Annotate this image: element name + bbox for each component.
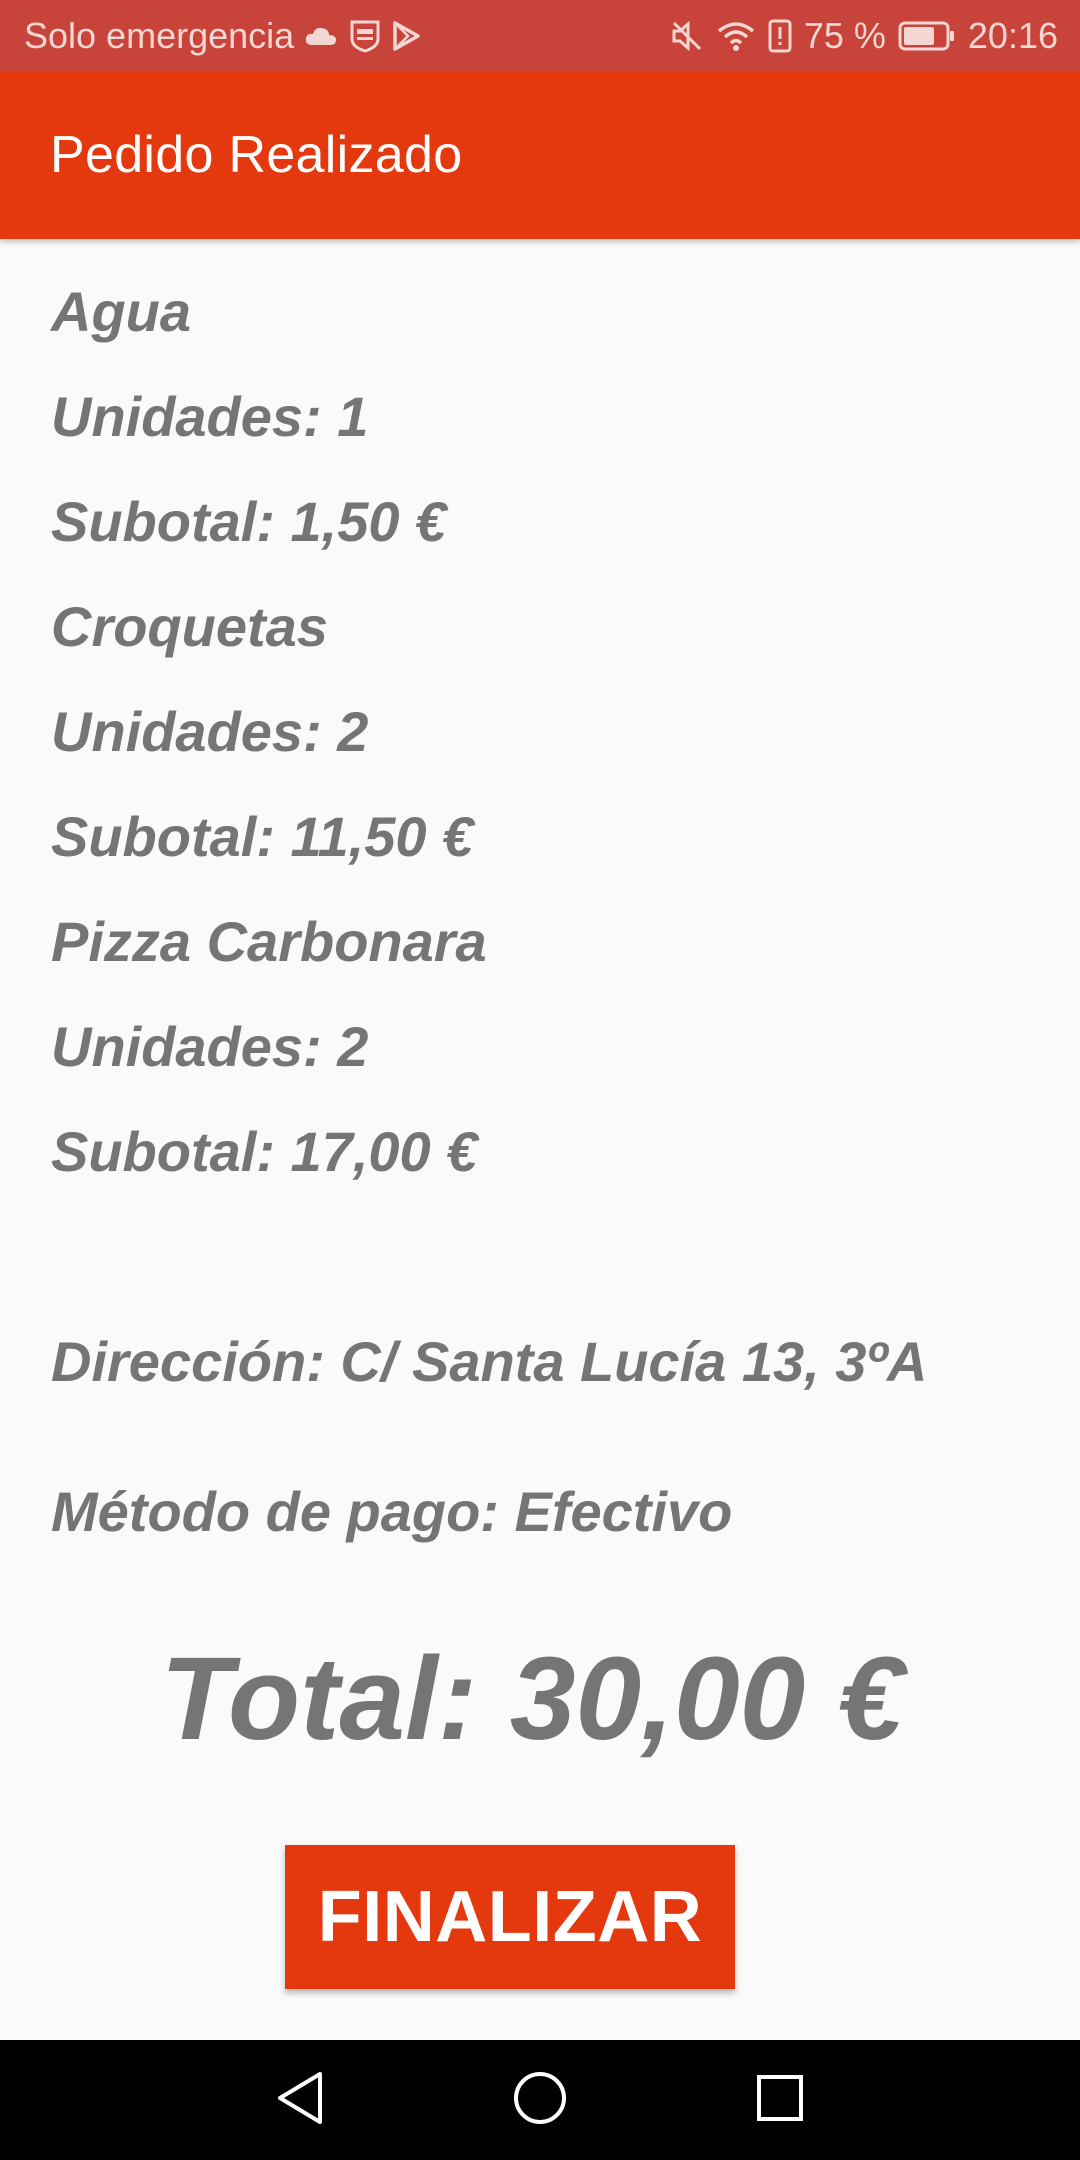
app-bar: Pedido Realizado [0, 71, 1080, 239]
item-subtotal: Subotal: 17,00 € [51, 1120, 478, 1183]
clock: 20:16 [967, 14, 1058, 56]
item-name: Agua [51, 280, 191, 343]
cloud-icon [304, 25, 338, 47]
finalize-button[interactable]: FINALIZAR [285, 1845, 735, 1989]
mute-icon [670, 19, 704, 53]
navigation-bar [0, 2040, 1080, 2160]
item-units: Unidades: 2 [51, 700, 369, 763]
alert-icon [768, 19, 792, 53]
play-store-icon [392, 20, 420, 51]
order-total: Total: 30,00 € [160, 1633, 904, 1765]
item-units: Unidades: 1 [51, 385, 369, 448]
battery-percent: 75 % [803, 14, 886, 56]
status-bar: Solo emergencia 75 % 20:16 [0, 0, 1080, 71]
wifi-icon [716, 20, 756, 52]
carrier-label: Solo emergencia [24, 14, 295, 56]
home-icon [512, 2070, 568, 2131]
item-name: Pizza Carbonara [51, 910, 487, 973]
item-name: Croquetas [51, 595, 328, 658]
delivery-address: Dirección: C/ Santa Lucía 13, 3ºA [51, 1330, 928, 1393]
battery-icon [898, 21, 956, 51]
payment-method: Método de pago: Efectivo [51, 1480, 733, 1543]
item-subtotal: Subotal: 11,50 € [51, 805, 474, 868]
status-right: 75 % 20:16 [670, 15, 1058, 57]
recents-button[interactable] [730, 2060, 830, 2140]
item-units: Unidades: 2 [51, 1015, 369, 1078]
home-button[interactable] [490, 2060, 590, 2140]
back-icon [274, 2070, 326, 2131]
page-title: Pedido Realizado [50, 126, 463, 184]
as-app-icon [348, 19, 382, 53]
back-button[interactable] [250, 2060, 350, 2140]
item-subtotal: Subotal: 1,50 € [51, 490, 447, 553]
recents-icon [755, 2073, 805, 2128]
status-left: Solo emergencia [24, 15, 420, 57]
